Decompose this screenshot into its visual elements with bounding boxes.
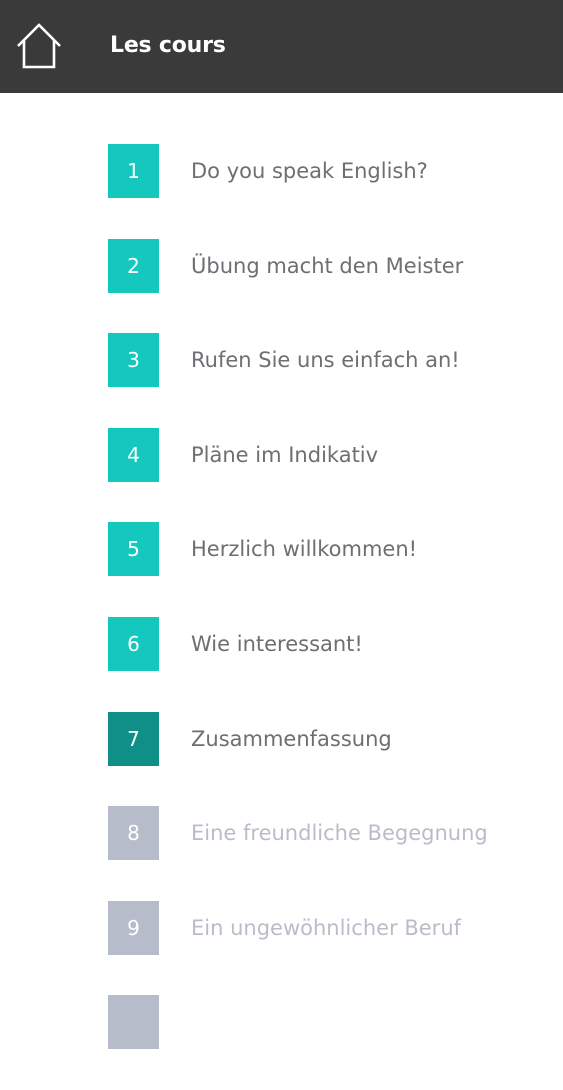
lesson-item-8[interactable]: 8 Eine freundliche Begegnung <box>0 806 563 901</box>
lesson-item-9[interactable]: 9 Ein ungewöhnlicher Beruf <box>0 900 563 996</box>
lesson-number-badge: 2 <box>108 238 159 293</box>
lesson-item-2[interactable]: 2 Übung macht den Meister <box>0 238 563 334</box>
lesson-number-badge: 6 <box>108 616 159 671</box>
lesson-item-7[interactable]: 7 Zusammenfassung <box>0 711 563 807</box>
lesson-number-badge: 5 <box>108 522 159 577</box>
lesson-item-6[interactable]: 6 Wie interessant! <box>0 616 563 712</box>
lesson-item-4[interactable]: 4 Pläne im Indikativ <box>0 427 563 523</box>
lesson-item-5[interactable]: 5 Herzlich willkommen! <box>0 522 563 617</box>
lesson-number-badge: 1 <box>108 144 159 198</box>
lesson-title: Eine freundliche Begegnung <box>191 821 488 846</box>
page-title: Les cours <box>110 33 226 58</box>
lesson-title: Do you speak English? <box>191 159 428 183</box>
home-icon <box>17 23 61 69</box>
lesson-number-badge: 3 <box>108 333 159 388</box>
lesson-number-badge: 4 <box>108 427 159 482</box>
lesson-title: Zusammenfassung <box>191 726 392 751</box>
lesson-title: Rufen Sie uns einfach an! <box>191 348 460 373</box>
lesson-number-badge: 7 <box>108 711 159 766</box>
lesson-title: Wie interessant! <box>191 631 363 656</box>
lesson-item-3[interactable]: 3 Rufen Sie uns einfach an! <box>0 333 563 428</box>
lesson-number-badge <box>108 995 159 1050</box>
lesson-item-1[interactable]: 1 Do you speak English? <box>0 144 563 239</box>
lesson-title: Übung macht den Meister <box>191 253 464 278</box>
lesson-title: Ein ungewöhnlicher Beruf <box>191 915 462 940</box>
home-button[interactable] <box>14 22 64 70</box>
lesson-title: Pläne im Indikativ <box>191 442 379 467</box>
lesson-item-10[interactable] <box>0 995 563 1090</box>
lesson-title: Herzlich willkommen! <box>191 537 418 562</box>
lesson-number-badge: 9 <box>108 900 159 955</box>
lesson-list: 1 Do you speak English? 2 Übung macht de… <box>0 144 563 1090</box>
app-header: Les cours <box>0 0 563 93</box>
lesson-number-badge: 8 <box>108 806 159 861</box>
